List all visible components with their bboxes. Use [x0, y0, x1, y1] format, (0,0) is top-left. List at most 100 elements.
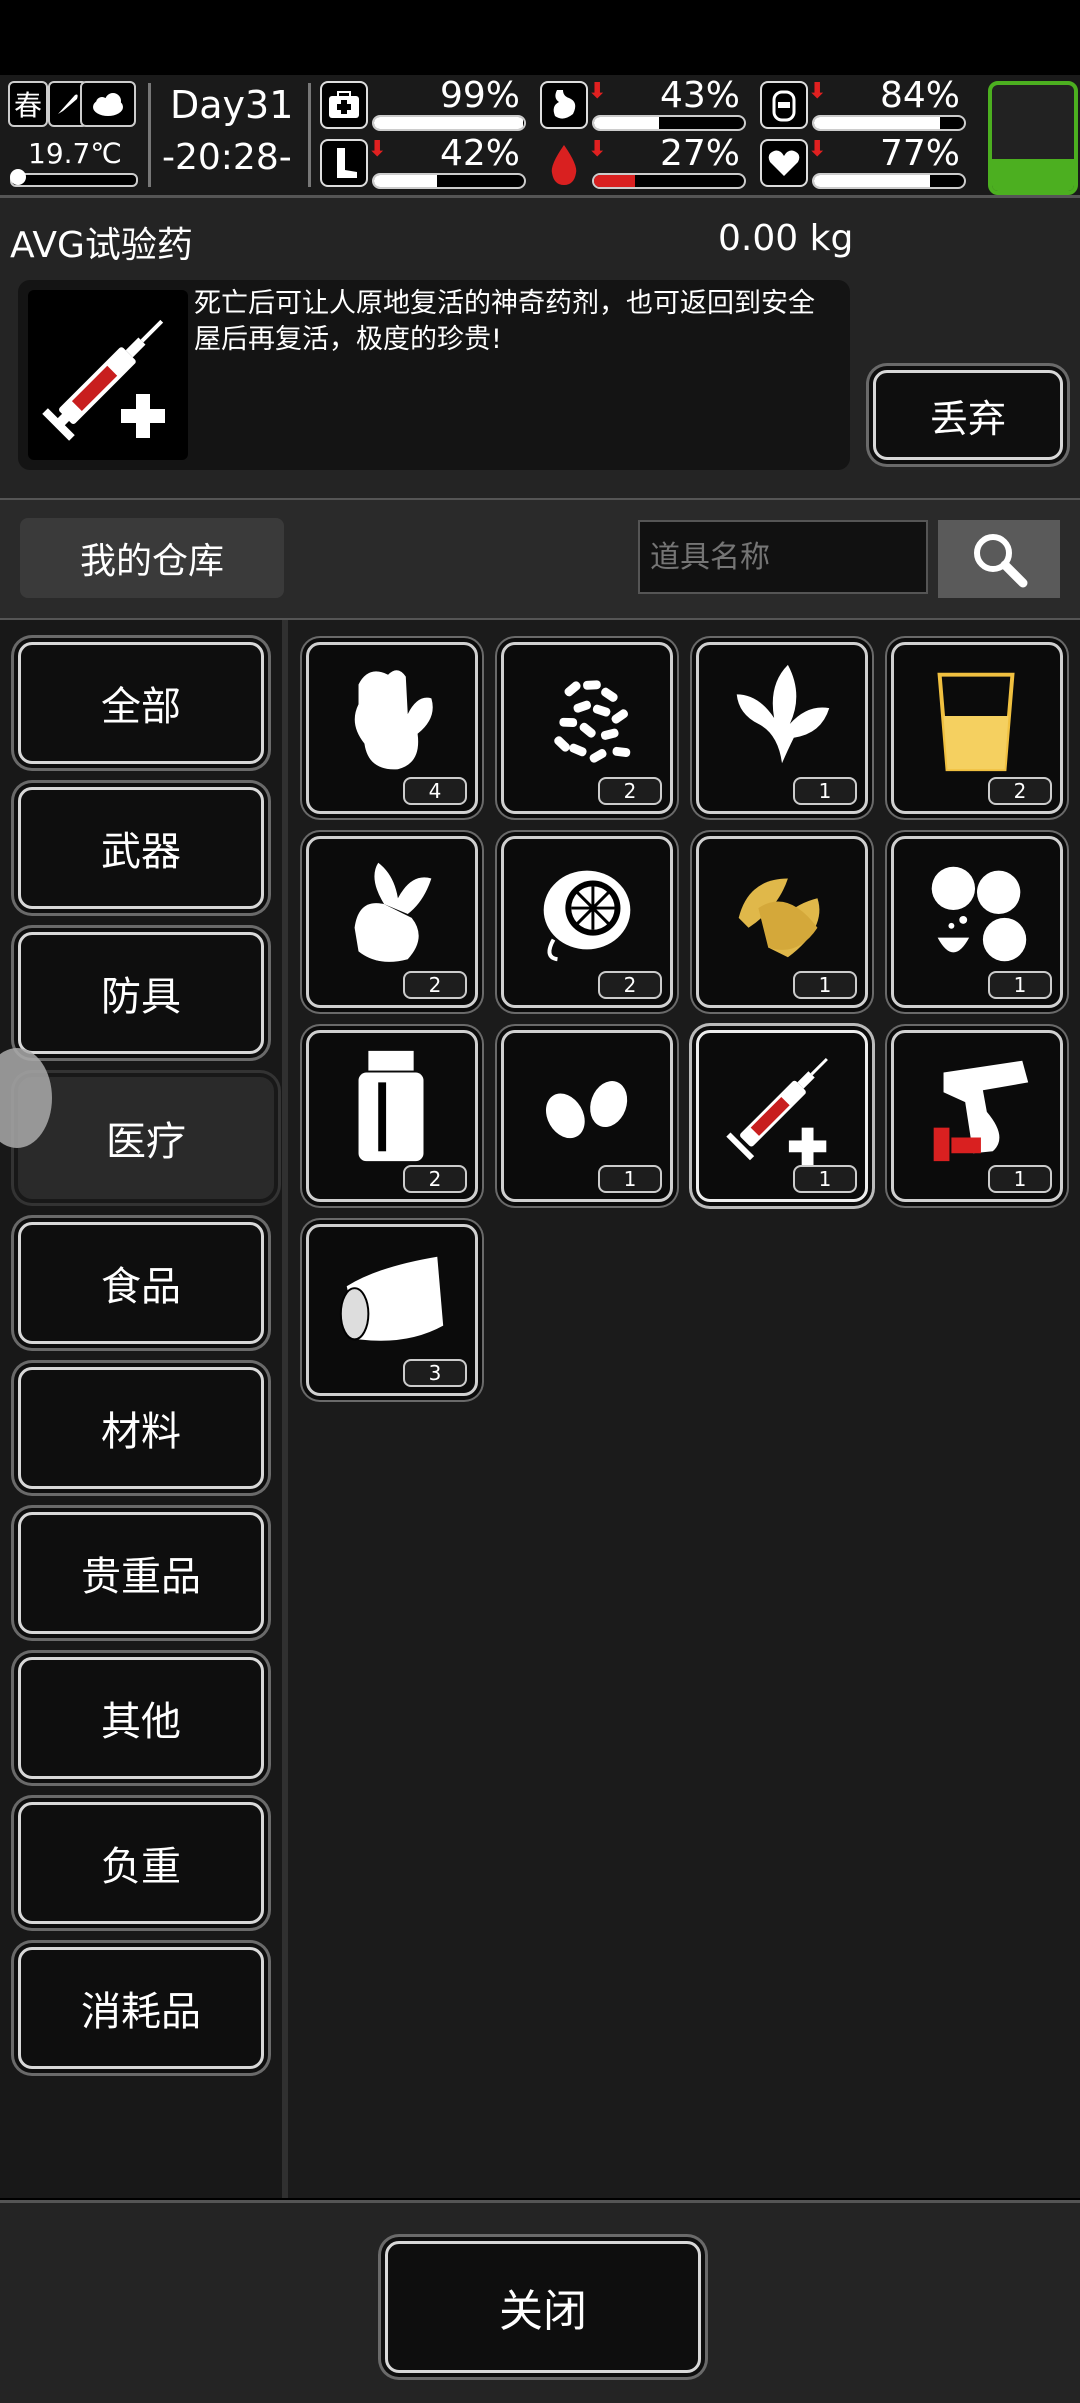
item-detail-panel: AVG试验药 0.00 kg 死亡后可让人原地复活的神奇药剂，也可返回到安全屋后…: [0, 198, 1080, 501]
inventory-slot[interactable]: 1: [891, 836, 1063, 1008]
day-counter: Day31: [170, 83, 294, 127]
blood-bar: [592, 173, 746, 189]
game-clock: -20:28-: [162, 137, 292, 178]
inventory-slot[interactable]: 2: [306, 1030, 478, 1202]
inventory-slot[interactable]: 1: [891, 1030, 1063, 1202]
juice-cup-icon: [937, 672, 1015, 772]
item-count: 1: [988, 1165, 1052, 1193]
item-grid: 4 2 1 2 2 2 1 1 2 1 1 1 3: [288, 620, 1080, 2198]
category-button[interactable]: 材料: [18, 1367, 264, 1489]
weather-cloud-icon: [80, 81, 136, 127]
footer-bar: 关闭: [0, 2200, 1080, 2403]
blood-falling-arrow-icon: ⬇: [588, 137, 607, 162]
stomach-icon: [540, 81, 588, 129]
item-count: 2: [598, 777, 662, 805]
stamina-bar: [372, 173, 526, 189]
inventory-slot[interactable]: 1: [501, 1030, 673, 1202]
category-label: 负重: [101, 1844, 181, 1890]
health-bar: [372, 115, 526, 131]
battery-indicator: [988, 81, 1078, 195]
inventory-slot[interactable]: 1: [696, 642, 868, 814]
category-button[interactable]: 食品: [18, 1222, 264, 1344]
syringe-plus-icon: [726, 1057, 828, 1166]
inventory-slot[interactable]: 2: [306, 836, 478, 1008]
category-button[interactable]: 消耗品: [18, 1947, 264, 2069]
category-button[interactable]: 其他: [18, 1657, 264, 1779]
tablets-icon: [931, 866, 1027, 962]
inventory-slot[interactable]: 1: [696, 1030, 868, 1202]
thirst-value: 84%: [879, 75, 960, 116]
mood-value: 77%: [879, 133, 960, 174]
hunger-value: 43%: [659, 75, 740, 116]
item-description: 死亡后可让人原地复活的神奇药剂，也可返回到安全屋后再复活，极度的珍贵!: [194, 288, 815, 355]
bandage-icon: [339, 1256, 444, 1341]
tobacco-leaves-icon: [738, 878, 820, 958]
category-label: 武器: [101, 829, 181, 875]
thirst-bar-fill: [814, 117, 940, 129]
item-count: 1: [988, 971, 1052, 999]
close-button-label: 关闭: [499, 2286, 587, 2337]
item-count: 2: [598, 971, 662, 999]
category-button[interactable]: 贵重品: [18, 1512, 264, 1634]
thirst-bar: [812, 115, 966, 131]
category-label: 全部: [101, 684, 181, 730]
item-description-box: 死亡后可让人原地复活的神奇药剂，也可返回到安全屋后再复活，极度的珍贵!: [18, 280, 850, 470]
hunger-falling-arrow-icon: ⬇: [588, 79, 607, 104]
item-search-input[interactable]: [638, 520, 928, 594]
item-count: 3: [403, 1359, 467, 1387]
inventory-slot[interactable]: 1: [696, 836, 868, 1008]
category-selected[interactable]: 医疗: [18, 1077, 274, 1199]
storage-title: 我的仓库: [79, 541, 224, 582]
item-count: 1: [793, 777, 857, 805]
heart-icon: [760, 139, 808, 187]
pills-icon: [554, 680, 631, 763]
category-label: 食品: [101, 1264, 181, 1310]
item-name: AVG试验药: [10, 225, 193, 266]
mood-bar-fill: [814, 175, 930, 187]
season-label: 春: [13, 89, 42, 122]
stamina-falling-arrow-icon: ⬇: [368, 137, 387, 162]
category-label: 医疗: [106, 1119, 186, 1165]
root-vegetable-icon: [354, 862, 432, 962]
thirst-falling-arrow-icon: ⬇: [808, 79, 827, 104]
divider: [308, 83, 311, 187]
category-button[interactable]: 负重: [18, 1802, 264, 1924]
battery-fill: [992, 159, 1074, 191]
discard-button-label: 丢弃: [929, 396, 1006, 441]
blood-bar-fill: [594, 175, 635, 187]
category-label: 防具: [101, 974, 181, 1020]
divider: [148, 83, 151, 187]
category-button[interactable]: 防具: [18, 932, 264, 1054]
item-count: 1: [793, 1165, 857, 1193]
stamina-bar-fill: [374, 175, 437, 187]
thermometer-bulb-icon: [10, 169, 26, 185]
inventory-slot[interactable]: 3: [306, 1224, 478, 1396]
search-button[interactable]: [938, 520, 1060, 598]
inventory-slot[interactable]: 4: [306, 642, 478, 814]
syringe-plus-icon: [28, 290, 188, 460]
hunger-bar: [592, 115, 746, 131]
mood-bar: [812, 173, 966, 189]
category-button[interactable]: 武器: [18, 787, 264, 909]
herb-leaves-icon: [736, 664, 830, 764]
item-weight: 0.00 kg: [718, 218, 854, 259]
category-label: 贵重品: [81, 1554, 201, 1600]
medicine-bottle-icon: [358, 1050, 424, 1162]
item-count: 2: [403, 971, 467, 999]
category-label: 其他: [101, 1699, 181, 1745]
inventory-slot[interactable]: 2: [501, 836, 673, 1008]
storage-tab[interactable]: 我的仓库: [20, 518, 284, 598]
item-count: 2: [403, 1165, 467, 1193]
mood-falling-arrow-icon: ⬇: [808, 137, 827, 162]
inventory-slot[interactable]: 2: [501, 642, 673, 814]
first-aid-icon: [320, 81, 368, 129]
temperature-gauge: [10, 169, 138, 187]
category-button[interactable]: 全部: [18, 642, 264, 764]
ginger-icon: [354, 670, 433, 770]
close-button[interactable]: 关闭: [385, 2241, 701, 2373]
inventory-slot[interactable]: 2: [891, 642, 1063, 814]
discard-button[interactable]: 丢弃: [873, 370, 1063, 460]
item-count: 1: [598, 1165, 662, 1193]
flare-gun-icon: [933, 1060, 1029, 1162]
item-count: 4: [403, 777, 467, 805]
